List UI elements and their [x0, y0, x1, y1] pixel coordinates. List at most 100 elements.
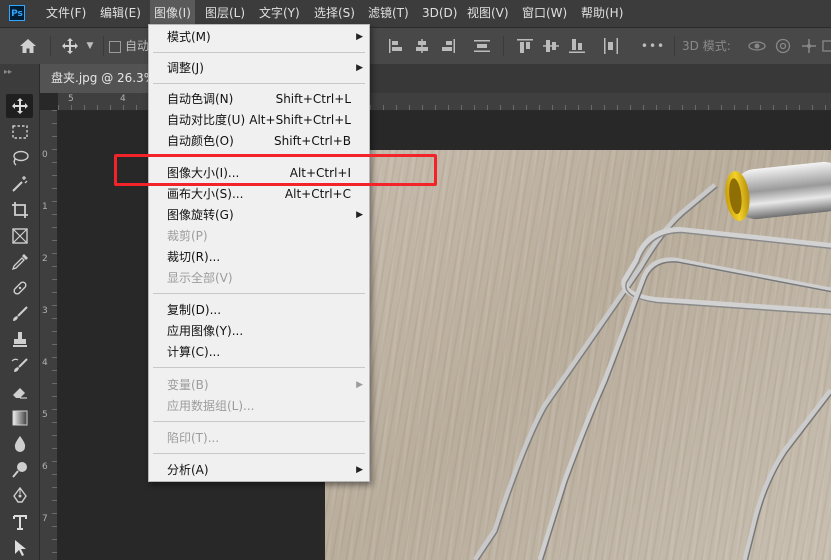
document-tab[interactable]: 盘夹.jpg @ 26.3%	[40, 64, 160, 93]
ruler-tick: 3	[42, 306, 48, 316]
menu-file[interactable]: 文件(F)	[42, 0, 90, 27]
menu-help[interactable]: 帮助(H)	[577, 0, 627, 27]
menu-item-label: 复制(D)...	[167, 303, 222, 317]
chevron-down-icon[interactable]: ▼	[84, 28, 96, 64]
move-tool-icon[interactable]	[58, 28, 82, 64]
frame-tool-icon[interactable]	[6, 224, 33, 248]
menu-item-shortcut: Alt+Ctrl+C	[284, 187, 351, 201]
menu-item-label: 裁剪(P)	[167, 229, 208, 243]
image-menu-dropdown: 模式(M) ▶ 调整(J) ▶ 自动色调(N) Shift+Ctrl+L 自动对…	[148, 24, 370, 482]
menu-view[interactable]: 视图(V)	[463, 0, 513, 27]
menu-divider	[153, 52, 365, 53]
menu-item-shortcut: Alt+Shift+Ctrl+L	[249, 113, 351, 127]
distribute-vertical-icon[interactable]	[601, 28, 621, 64]
clone-stamp-tool-icon[interactable]	[6, 328, 33, 352]
menu-item-label: 陷印(T)...	[167, 431, 220, 445]
menu-divider	[153, 83, 365, 84]
menu-item-trap: 陷印(T)...	[149, 428, 369, 449]
menu-filter[interactable]: 滤镜(T)	[364, 0, 413, 27]
eyedropper-tool-icon[interactable]	[6, 250, 33, 274]
menu-item-label: 分析(A)	[167, 463, 209, 477]
type-tool-icon[interactable]	[6, 510, 33, 534]
align-left-icon[interactable]	[386, 28, 406, 64]
ruler-tick: 5	[42, 410, 48, 420]
menu-item-mode[interactable]: 模式(M) ▶	[149, 27, 369, 48]
blur-tool-icon[interactable]	[6, 432, 33, 456]
menu-type[interactable]: 文字(Y)	[255, 0, 304, 27]
healing-brush-tool-icon[interactable]	[6, 276, 33, 300]
align-middle-icon[interactable]	[541, 28, 561, 64]
menu-divider	[153, 367, 365, 368]
ruler-tick: 0	[42, 150, 48, 160]
menu-item-auto-tone[interactable]: 自动色调(N) Shift+Ctrl+L	[149, 89, 369, 110]
submenu-arrow-icon: ▶	[356, 380, 363, 390]
pen-tool-icon[interactable]	[6, 484, 33, 508]
menu-3d[interactable]: 3D(D)	[418, 0, 461, 27]
dodge-tool-icon[interactable]	[6, 458, 33, 482]
menu-item-analysis[interactable]: 分析(A) ▶	[149, 460, 369, 481]
path-selection-tool-icon[interactable]	[6, 536, 33, 560]
history-brush-tool-icon[interactable]	[6, 354, 33, 378]
3d-pan-icon[interactable]	[798, 28, 820, 64]
menu-image[interactable]: 图像(I)	[150, 0, 195, 27]
gradient-tool-icon[interactable]	[6, 406, 33, 430]
menu-item-label: 显示全部(V)	[167, 271, 233, 285]
menu-item-label: 自动颜色(O)	[167, 134, 234, 148]
menu-item-label: 调整(J)	[167, 61, 204, 75]
crop-tool-icon[interactable]	[6, 198, 33, 222]
ruler-tick: 1	[42, 202, 48, 212]
menu-item-apply-data-set: 应用数据组(L)...	[149, 396, 369, 417]
menu-layer[interactable]: 图层(L)	[201, 0, 249, 27]
align-center-icon[interactable]	[412, 28, 432, 64]
menu-item-image-rotation[interactable]: 图像旋转(G) ▶	[149, 205, 369, 226]
3d-roll-icon[interactable]	[772, 28, 794, 64]
menu-edit[interactable]: 编辑(E)	[96, 0, 145, 27]
menu-item-label: 画布大小(S)...	[167, 187, 244, 201]
menu-item-label: 应用数据组(L)...	[167, 399, 255, 413]
align-right-icon[interactable]	[438, 28, 458, 64]
brush-tool-icon[interactable]	[6, 302, 33, 326]
3d-mode-label: 3D 模式:	[682, 39, 731, 53]
auto-select-checkbox[interactable]	[109, 28, 121, 64]
menu-select[interactable]: 选择(S)	[310, 0, 359, 27]
menu-divider	[153, 293, 365, 294]
tools-panel: ▸▸	[0, 64, 40, 560]
move-tool-icon[interactable]	[6, 94, 33, 118]
highlight-annotation-box	[114, 154, 437, 186]
3d-slide-icon[interactable]	[822, 28, 831, 64]
ruler-tick: 5	[68, 94, 74, 104]
document-canvas[interactable]	[325, 150, 831, 560]
menu-item-label: 自动对比度(U)	[167, 113, 246, 127]
menu-item-shortcut: Shift+Ctrl+B	[274, 134, 351, 148]
menu-item-trim[interactable]: 裁切(R)...	[149, 247, 369, 268]
menu-item-canvas-size[interactable]: 画布大小(S)... Alt+Ctrl+C	[149, 184, 369, 205]
menu-item-calculations[interactable]: 计算(C)...	[149, 342, 369, 363]
magic-wand-tool-icon[interactable]	[6, 172, 33, 196]
menu-item-adjustments[interactable]: 调整(J) ▶	[149, 58, 369, 79]
document-tab-bar: 盘夹.jpg @ 26.3%	[0, 64, 831, 93]
menu-item-duplicate[interactable]: 复制(D)...	[149, 300, 369, 321]
align-top-icon[interactable]	[515, 28, 535, 64]
menu-item-variables: 变量(B) ▶	[149, 375, 369, 396]
more-options-icon[interactable]: •••	[640, 28, 666, 64]
vertical-ruler: 0 1 2 3 4 5 6 7	[39, 110, 58, 560]
menu-item-label: 模式(M)	[167, 30, 211, 44]
menu-item-apply-image[interactable]: 应用图像(Y)...	[149, 321, 369, 342]
panel-grip-icon[interactable]: ▸▸	[4, 67, 34, 77]
ruler-tick: 4	[42, 358, 48, 368]
align-bottom-icon[interactable]	[567, 28, 587, 64]
photoshop-logo-icon: Ps	[9, 5, 25, 21]
menu-item-auto-color[interactable]: 自动颜色(O) Shift+Ctrl+B	[149, 131, 369, 152]
distribute-icon[interactable]	[472, 28, 492, 64]
home-icon[interactable]	[14, 28, 42, 64]
menu-item-label: 应用图像(Y)...	[167, 324, 244, 338]
submenu-arrow-icon: ▶	[356, 210, 363, 220]
menu-window[interactable]: 窗口(W)	[518, 0, 571, 27]
ruler-tick: 7	[42, 514, 48, 524]
auto-select-label: 自动	[125, 39, 149, 53]
lasso-tool-icon[interactable]	[6, 146, 33, 170]
3d-orbit-icon[interactable]	[746, 28, 768, 64]
menu-item-auto-contrast[interactable]: 自动对比度(U) Alt+Shift+Ctrl+L	[149, 110, 369, 131]
eraser-tool-icon[interactable]	[6, 380, 33, 404]
marquee-tool-icon[interactable]	[6, 120, 33, 144]
